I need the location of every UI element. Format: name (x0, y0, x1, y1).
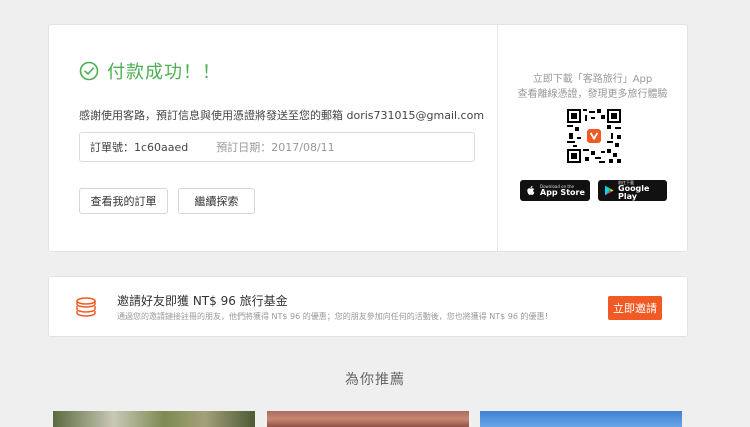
recommendations-title: 為你推薦 (345, 372, 405, 388)
confirmation-message: 感謝使用客路，預訂信息與使用憑證將發送至您的郵箱 doris731015@gma… (79, 109, 485, 122)
app-download-panel: 立即下載「客路旅行」App 查看離線憑證，發現更多旅行體驗 Download o… (498, 25, 687, 251)
recommendation-thumbnail[interactable] (267, 411, 469, 427)
app-store-text: App Store (540, 187, 585, 197)
recommendation-thumbnail[interactable] (480, 411, 682, 427)
payment-success-card: 付款成功！！ 感謝使用客路，預訂信息與使用憑證將發送至您的郵箱 doris731… (48, 24, 688, 252)
qr-code-icon (567, 109, 621, 163)
order-number: 1c60aaed (134, 140, 189, 154)
success-title: 付款成功！！ (107, 62, 221, 83)
app-store-badge[interactable]: Download on the App Store (520, 180, 590, 201)
order-info-box: 訂單號： 1c60aaed 預訂日期： 2017/08/11 (79, 132, 475, 162)
invite-now-button[interactable]: 立即邀請 (608, 296, 662, 320)
order-number-label: 訂單號： (90, 141, 134, 154)
booking-date: 2017/08/11 (271, 140, 335, 154)
continue-exploring-button[interactable]: 繼續探索 (178, 188, 255, 214)
booking-date-label: 預訂日期： (216, 141, 272, 154)
apple-icon (527, 185, 535, 195)
coin-stack-icon (76, 297, 96, 317)
app-download-text: 立即下載「客路旅行」App 查看離線憑證，發現更多旅行體驗 (498, 72, 687, 102)
google-play-text: Google Play (618, 183, 650, 201)
success-panel: 付款成功！！ 感謝使用客路，預訂信息與使用憑證將發送至您的郵箱 doris731… (49, 25, 497, 251)
recommendation-thumbnail[interactable] (53, 411, 255, 427)
google-play-icon (605, 185, 614, 196)
app-download-line1: 立即下載「客路旅行」App (532, 74, 653, 85)
invite-friends-banner: 邀請好友即獲 NT$ 96 旅行基金 通過您的邀請鏈接註冊的朋友，他們將獲得 N… (48, 276, 688, 337)
app-download-line2: 查看離線憑證，發現更多旅行體驗 (517, 89, 668, 100)
success-header: 付款成功！！ (79, 58, 221, 84)
invite-description: 通過您的邀請鏈接註冊的朋友，他們將獲得 NT$ 96 的優惠；您的朋友參加向任何… (117, 312, 553, 321)
invite-title: 邀請好友即獲 NT$ 96 旅行基金 (117, 294, 288, 308)
google-play-badge[interactable]: 前往下載 Google Play (598, 180, 667, 201)
view-my-orders-button[interactable]: 查看我的訂單 (79, 188, 168, 214)
check-circle-icon (79, 61, 99, 81)
